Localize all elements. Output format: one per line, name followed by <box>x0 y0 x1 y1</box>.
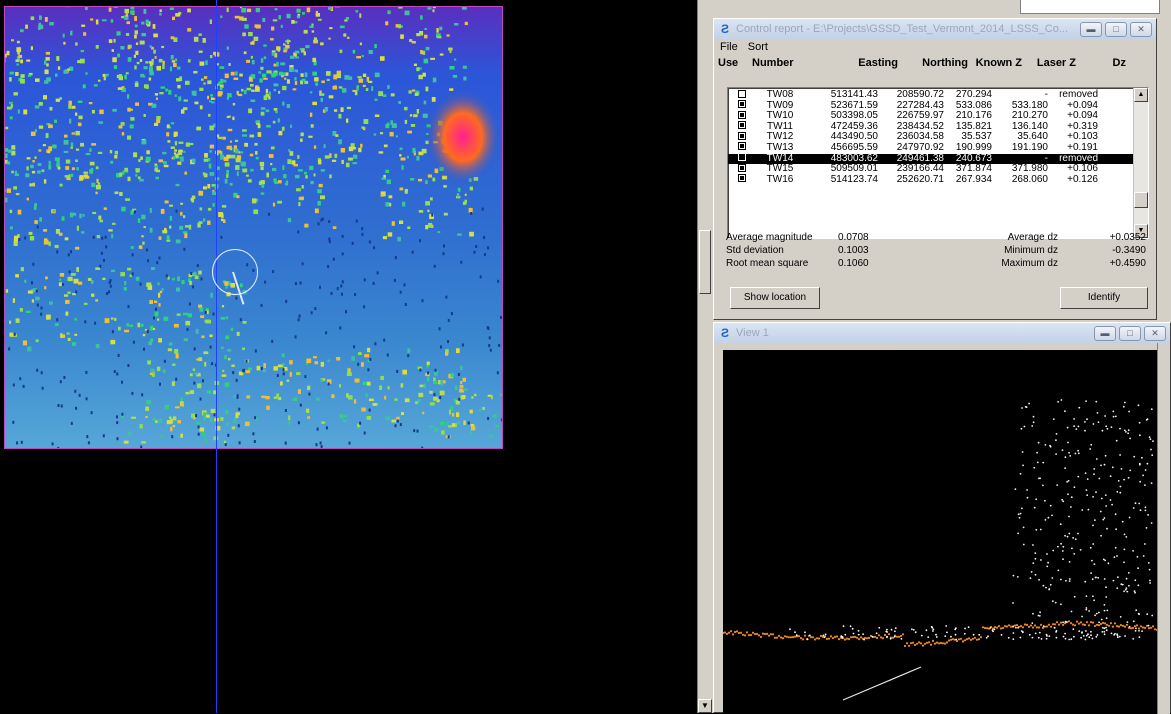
scroll-up-arrow-icon[interactable]: ▲ <box>1134 88 1148 102</box>
average-dz-label: Average dz <box>948 232 1058 243</box>
close-icon[interactable]: ✕ <box>1130 22 1152 37</box>
scrollbar-thumb[interactable] <box>699 230 711 294</box>
cell-dz: removed <box>1048 90 1098 101</box>
control-point-list[interactable]: TW08513141.43208590.72270.294-removedTW0… <box>727 87 1149 239</box>
std-deviation-label: Std deviation <box>726 245 838 256</box>
average-dz-value: +0.0352 <box>1058 232 1146 243</box>
view-scrollbar[interactable] <box>1157 343 1170 714</box>
measure-line <box>843 667 921 700</box>
view-titlebar[interactable]: Ƨ View 1 ▬ □ ✕ <box>714 323 1170 343</box>
cell-laser-z: 191.190 <box>992 143 1048 154</box>
cell-known-z: 267.934 <box>944 175 992 186</box>
cell-number: TW16 <box>750 175 810 186</box>
menu-sort[interactable]: Sort <box>748 41 768 53</box>
main-view-scrollbar[interactable]: ▼ <box>697 0 712 713</box>
std-deviation-value: 0.1003 <box>838 245 948 256</box>
microstation-icon: Ƨ <box>718 326 732 340</box>
cell-easting: 456695.59 <box>810 143 878 154</box>
cell-laser-z: - <box>992 90 1048 101</box>
microstation-icon: Ƨ <box>718 22 732 36</box>
cell-easting: 514123.74 <box>810 175 878 186</box>
table-row[interactable]: TW16514123.74252620.71267.934268.060+0.1… <box>728 175 1148 186</box>
average-magnitude-value: 0.0708 <box>838 232 948 243</box>
control-report-window[interactable]: Ƨ Control report - E:\Projects\GSSD_Test… <box>713 18 1157 320</box>
minimize-icon[interactable]: ▬ <box>1080 22 1102 37</box>
cell-number: TW13 <box>750 143 810 154</box>
header-northing[interactable]: Northing <box>898 57 968 69</box>
list-scroll-thumb[interactable] <box>1134 192 1148 208</box>
table-row[interactable]: TW08513141.43208590.72270.294-removed <box>728 90 1148 101</box>
cell-northing: 247970.92 <box>878 143 944 154</box>
maximize-icon[interactable]: □ <box>1119 326 1141 341</box>
identify-button[interactable]: Identify <box>1060 287 1148 309</box>
main-view[interactable] <box>0 0 697 713</box>
checkbox-icon[interactable] <box>738 142 746 150</box>
checkbox-icon[interactable] <box>738 153 746 161</box>
statistics-panel: Average magnitude 0.0708 Average dz +0.0… <box>726 231 1150 270</box>
point-cloud-profile-view[interactable] <box>723 350 1160 714</box>
header-dz[interactable]: Dz <box>1076 57 1126 69</box>
cell-number: TW08 <box>750 90 810 101</box>
cell-northing: 208590.72 <box>878 90 944 101</box>
maximize-icon[interactable]: □ <box>1105 22 1127 37</box>
checkbox-icon[interactable] <box>738 164 746 172</box>
checkbox-icon[interactable] <box>738 111 746 119</box>
minimum-dz-label: Minimum dz <box>948 245 1058 256</box>
maximum-dz-value: +0.4590 <box>1058 258 1146 269</box>
rms-value: 0.1060 <box>838 258 948 269</box>
top-edit-field[interactable] <box>1020 0 1160 14</box>
checkbox-icon[interactable] <box>738 100 746 108</box>
header-easting[interactable]: Easting <box>822 57 898 69</box>
cell-known-z: 190.999 <box>944 143 992 154</box>
header-laser-z[interactable]: Laser Z <box>1022 57 1076 69</box>
cell-dz: +0.191 <box>1048 143 1098 154</box>
minimize-icon[interactable]: ▬ <box>1094 326 1116 341</box>
average-magnitude-label: Average magnitude <box>726 232 838 243</box>
rms-label: Root mean square <box>726 258 838 269</box>
cell-easting: 513141.43 <box>810 90 878 101</box>
report-menubar: File Sort <box>714 39 1156 55</box>
header-use[interactable]: Use <box>718 57 752 69</box>
close-icon[interactable]: ✕ <box>1144 326 1166 341</box>
view-1-window[interactable]: Ƨ View 1 ▬ □ ✕ <box>713 322 1171 713</box>
cursor-vertical-line <box>216 0 217 713</box>
cell-known-z: 270.294 <box>944 90 992 101</box>
maximum-dz-label: Maximum dz <box>948 258 1058 269</box>
cell-dz: +0.126 <box>1048 175 1098 186</box>
show-location-button[interactable]: Show location <box>730 287 820 309</box>
minimum-dz-value: -0.3490 <box>1058 245 1146 256</box>
elevation-raster <box>4 6 503 449</box>
use-checkbox[interactable] <box>730 174 750 186</box>
report-title: Control report - E:\Projects\GSSD_Test_V… <box>736 23 1077 35</box>
table-header: Use Number Easting Northing Known Z Lase… <box>714 55 1156 71</box>
list-scrollbar[interactable]: ▲ ▼ <box>1133 88 1148 238</box>
table-row[interactable]: TW13456695.59247970.92190.999191.190+0.1… <box>728 143 1148 154</box>
scroll-down-arrow-icon[interactable]: ▼ <box>698 699 712 713</box>
menu-file[interactable]: File <box>720 41 738 53</box>
cell-laser-z: 268.060 <box>992 175 1048 186</box>
report-titlebar[interactable]: Ƨ Control report - E:\Projects\GSSD_Test… <box>714 19 1156 39</box>
checkbox-icon[interactable] <box>738 90 746 98</box>
view-title: View 1 <box>736 327 1091 339</box>
checkbox-icon[interactable] <box>738 121 746 129</box>
cursor-circle <box>212 249 258 295</box>
checkbox-icon[interactable] <box>738 132 746 140</box>
cell-northing: 252620.71 <box>878 175 944 186</box>
checkbox-icon[interactable] <box>738 174 746 182</box>
header-number[interactable]: Number <box>752 57 822 69</box>
header-known-z[interactable]: Known Z <box>968 57 1022 69</box>
